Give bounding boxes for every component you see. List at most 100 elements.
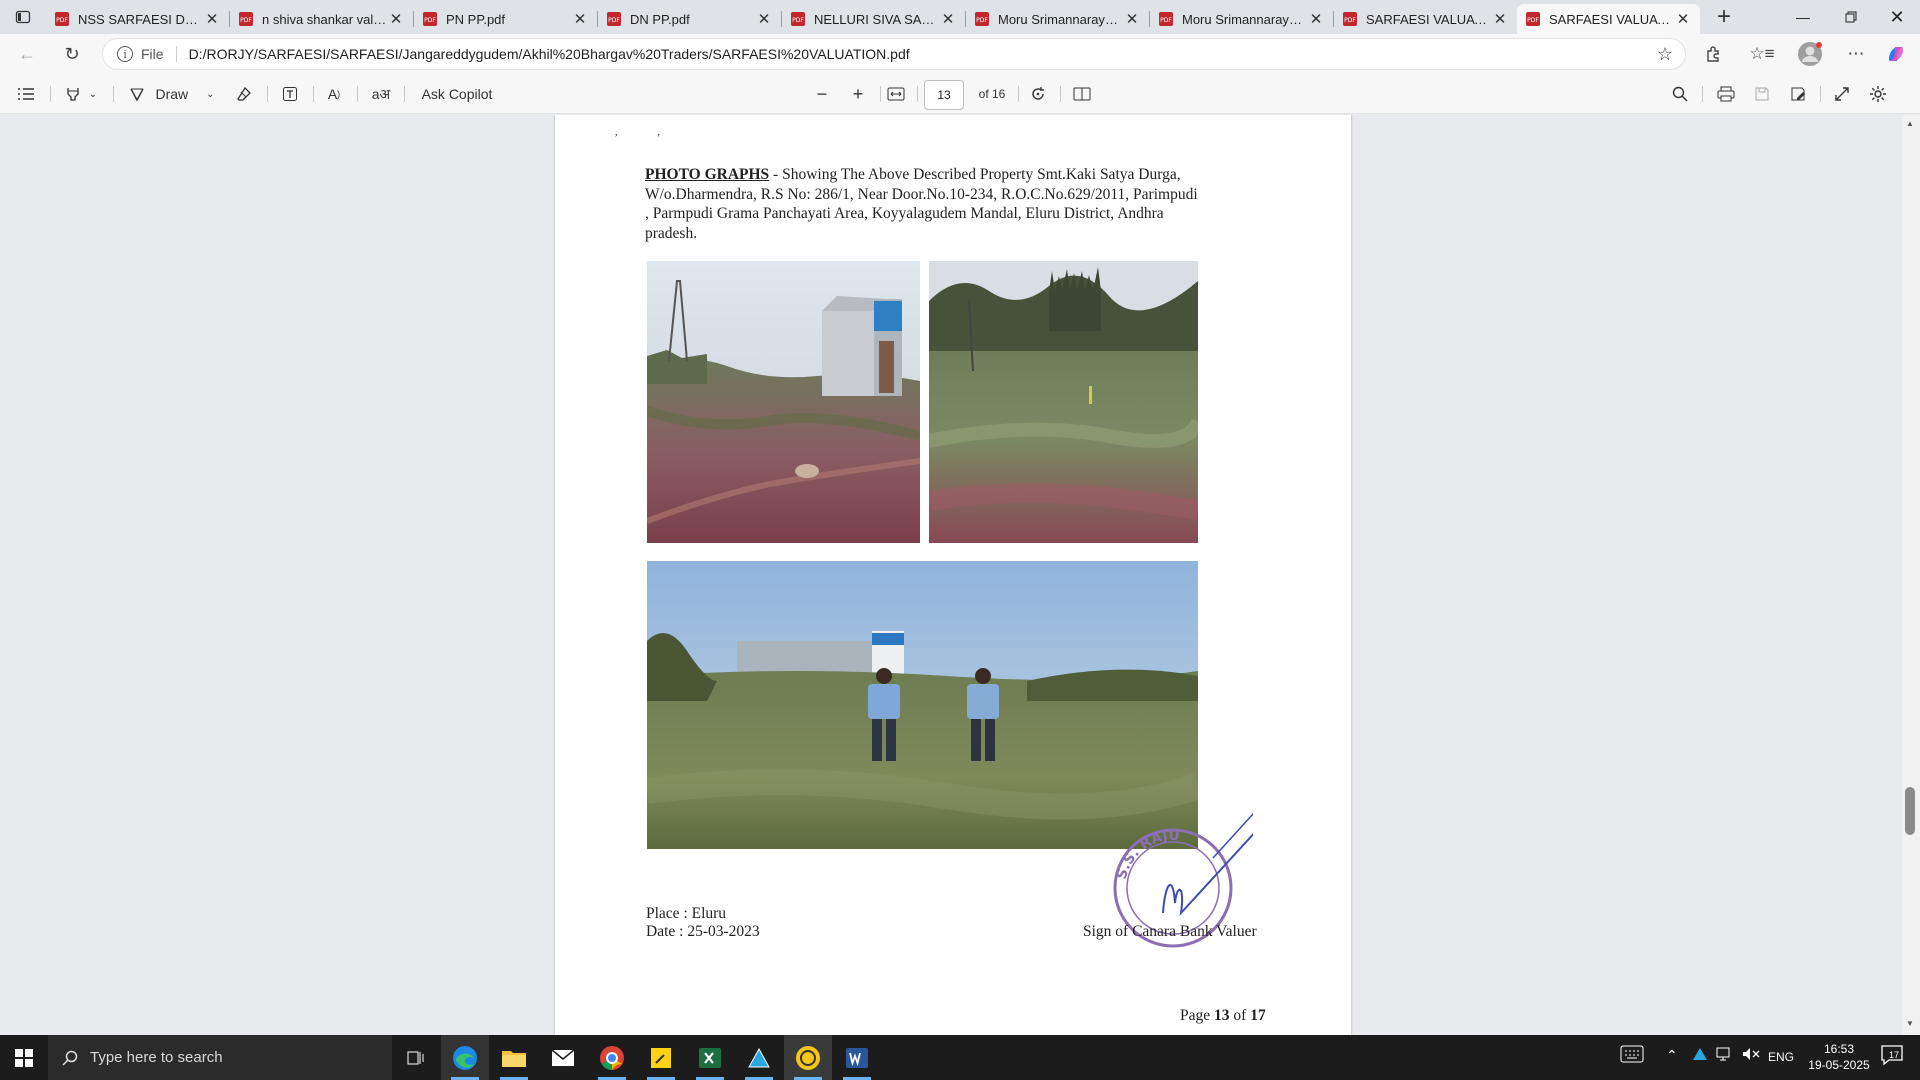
close-tab-icon[interactable]: ✕	[203, 10, 221, 28]
browser-tab[interactable]: PDF Moru Srimannarayana ✕	[1150, 4, 1333, 34]
copilot-icon[interactable]	[1880, 38, 1912, 70]
clock-time: 16:53	[1823, 1042, 1855, 1056]
translate-icon[interactable]: aअ	[366, 80, 396, 108]
favorite-star-icon[interactable]: ☆	[1657, 44, 1673, 65]
close-tab-icon[interactable]: ✕	[939, 10, 957, 28]
drive-sync-icon[interactable]	[1692, 1047, 1708, 1064]
ask-copilot-button[interactable]: Ask Copilot	[412, 80, 502, 108]
file-explorer-icon[interactable]	[490, 1035, 538, 1080]
page-total: of 16	[978, 87, 1006, 101]
excel-icon[interactable]	[686, 1035, 734, 1080]
tab-title: PN PP.pdf	[446, 11, 506, 27]
eraser-icon[interactable]	[230, 80, 258, 108]
more-menu-icon[interactable]: ⋯	[1840, 38, 1872, 70]
draw-label: Draw	[155, 86, 189, 102]
minimize-button[interactable]: —	[1780, 0, 1826, 34]
chrome-icon[interactable]	[588, 1035, 636, 1080]
pdf-viewer[interactable]: ,, PHOTO GRAPHS - Showing The Above Desc…	[0, 115, 1920, 1035]
edge-browser-icon[interactable]	[441, 1035, 489, 1080]
pdf-file-icon: PDF	[1159, 12, 1173, 26]
text-box-icon[interactable]	[276, 80, 304, 108]
rotate-icon[interactable]	[1024, 80, 1052, 108]
scroll-up-arrow[interactable]: ▲	[1906, 119, 1914, 128]
volume-muted-icon[interactable]	[1742, 1047, 1760, 1064]
sticky-notes-icon[interactable]	[637, 1035, 685, 1080]
back-button[interactable]: ←	[9, 36, 45, 72]
language-indicator[interactable]: ENG	[1768, 1050, 1794, 1064]
pdf-page: ,, PHOTO GRAPHS - Showing The Above Desc…	[555, 115, 1351, 1035]
browser-tab[interactable]: PDF DN PP.pdf ✕	[598, 4, 781, 34]
svg-text:PDF: PDF	[56, 17, 68, 24]
start-button[interactable]	[0, 1035, 48, 1080]
extensions-icon[interactable]	[1698, 38, 1730, 70]
clock[interactable]: 16:53 19-05-2025	[1806, 1041, 1872, 1073]
browser-tab[interactable]: PDF PN PP.pdf ✕	[414, 4, 597, 34]
search-icon[interactable]	[1666, 80, 1694, 108]
draw-button[interactable]: Draw ⌄	[124, 80, 220, 108]
browser-tab[interactable]: PDF SARFAESI VALUATION.p✕	[1334, 4, 1517, 34]
app-triangle-icon[interactable]	[735, 1035, 783, 1080]
close-tab-icon[interactable]: ✕	[755, 10, 773, 28]
profile-avatar[interactable]	[1794, 38, 1826, 70]
read-aloud-icon[interactable]: A)	[320, 80, 348, 108]
windows-taskbar: Type here to search ⌃ ENG 16:53 19-05-20…	[0, 1035, 1920, 1080]
tab-title: SARFAESI VALUATION.p	[1366, 11, 1491, 27]
word-icon[interactable]	[833, 1035, 881, 1080]
svg-text:PDF: PDF	[1160, 17, 1172, 24]
show-hidden-icons[interactable]: ⌃	[1666, 1047, 1678, 1064]
tab-title: SARFAESI VALUATION.p	[1549, 11, 1674, 27]
save-icon[interactable]	[1748, 80, 1776, 108]
notification-center-icon[interactable]: 17	[1880, 1043, 1904, 1070]
scroll-down-arrow[interactable]: ▼	[1906, 1019, 1914, 1028]
browser-tab[interactable]: PDF n shiva shankar valuatio✕	[230, 4, 413, 34]
browser-tab[interactable]: PDF NELLURI SIVA SANKAR✕	[782, 4, 965, 34]
browser-tab[interactable]: PDF Moru Srimannarayana ✕	[966, 4, 1149, 34]
close-tab-icon[interactable]: ✕	[1491, 10, 1509, 28]
close-tab-icon[interactable]: ✕	[1307, 10, 1325, 28]
refresh-button[interactable]: ↻	[54, 36, 90, 72]
info-icon[interactable]: i	[117, 46, 133, 62]
date-text: Date : 25-03-2023	[646, 923, 760, 940]
favorites-icon[interactable]: ☆≡	[1746, 38, 1778, 70]
close-tab-icon[interactable]: ✕	[387, 10, 405, 28]
taskbar-search-box[interactable]: Type here to search	[48, 1035, 392, 1080]
contents-list-icon[interactable]	[12, 80, 40, 108]
network-icon[interactable]	[1716, 1047, 1734, 1064]
address-toolbar: ← ↻ i File D:/RORJY/SARFAESI/SARFAESI/Ja…	[0, 34, 1920, 74]
scrollbar-thumb[interactable]	[1905, 787, 1915, 835]
close-tab-icon[interactable]: ✕	[1674, 10, 1692, 28]
save-as-icon[interactable]	[1784, 80, 1812, 108]
url-text[interactable]: D:/RORJY/SARFAESI/SARFAESI/Jangareddygud…	[189, 46, 910, 62]
fullscreen-icon[interactable]	[1828, 80, 1856, 108]
browser-tab[interactable]: PDF NSS SARFAESI DEMAN✕	[46, 4, 229, 34]
tally-icon[interactable]	[784, 1035, 832, 1080]
scheme-label: File	[141, 46, 164, 62]
new-tab-button[interactable]: +	[1704, 2, 1744, 32]
address-bar[interactable]: i File D:/RORJY/SARFAESI/SARFAESI/Jangar…	[102, 38, 1686, 70]
task-view-icon[interactable]	[392, 1035, 440, 1080]
highlight-button[interactable]: ⌄	[58, 80, 104, 108]
keyboard-icon[interactable]	[1620, 1045, 1644, 1066]
tab-actions-icon[interactable]	[0, 0, 46, 34]
settings-gear-icon[interactable]	[1864, 80, 1892, 108]
browser-tab[interactable]: PDF SARFAESI VALUATION.p✕	[1517, 4, 1700, 34]
vertical-scrollbar[interactable]: ▲ ▼	[1902, 115, 1920, 1035]
zoom-out-button[interactable]: −	[808, 80, 836, 108]
page-number-input[interactable]: 13	[924, 80, 964, 110]
print-icon[interactable]	[1712, 80, 1740, 108]
pdf-file-icon: PDF	[55, 12, 69, 26]
fit-width-icon[interactable]	[882, 80, 910, 108]
pdf-file-icon: PDF	[1343, 12, 1357, 26]
close-tab-icon[interactable]: ✕	[571, 10, 589, 28]
photo-heading: PHOTO GRAPHS	[645, 166, 770, 183]
tab-title: NELLURI SIVA SANKAR	[814, 11, 939, 27]
page-view-icon[interactable]	[1068, 80, 1096, 108]
pdf-file-icon: PDF	[423, 12, 437, 26]
restore-button[interactable]	[1828, 0, 1874, 34]
mail-icon[interactable]	[539, 1035, 587, 1080]
property-photo-3	[647, 561, 1198, 849]
zoom-in-button[interactable]: +	[844, 80, 872, 108]
close-tab-icon[interactable]: ✕	[1123, 10, 1141, 28]
pdf-file-icon: PDF	[1526, 12, 1540, 26]
close-window-button[interactable]: ✕	[1874, 0, 1920, 34]
